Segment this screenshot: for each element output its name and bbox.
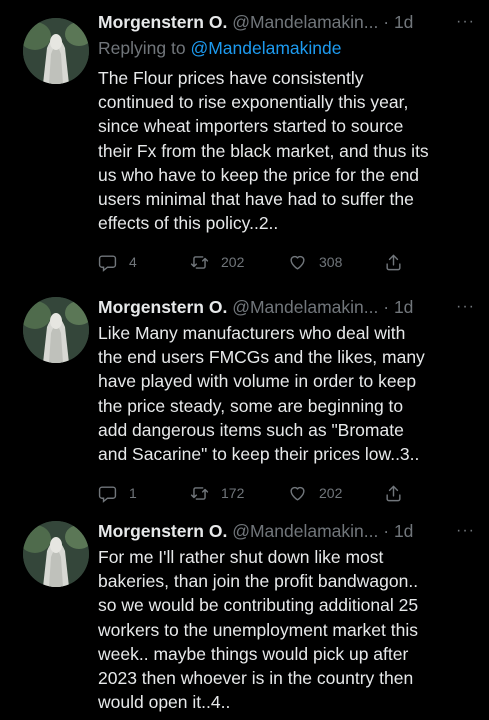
tweet-text-line: the price steady, some are beginning to: [98, 395, 404, 416]
timestamp[interactable]: 1d: [394, 12, 413, 32]
tweet-text-line: their Fx from the black market, and thus…: [98, 140, 429, 161]
tweet-text-line: us who have to keep the price for the en…: [98, 164, 420, 185]
retweet-count: 202: [221, 254, 245, 271]
tweet-text-line: so we would be contributing additional 2…: [98, 595, 419, 616]
tweet-text-line: For me I'll rather shut down like most: [98, 547, 384, 567]
author-handle[interactable]: @Mandelamakin...: [232, 12, 378, 32]
like-count: 308: [319, 254, 343, 271]
author-name[interactable]: Morgenstern O.: [98, 521, 227, 541]
share-icon: [384, 253, 403, 272]
tweet-text-line: continued to rise exponentially this yea…: [98, 92, 409, 113]
share-button[interactable]: [384, 250, 403, 274]
tweet-text-line: since wheat importers started to source: [98, 116, 404, 137]
retweet-button[interactable]: 202: [190, 250, 244, 274]
reply-button[interactable]: 1: [98, 481, 137, 505]
author-handle[interactable]: @Mandelamakin...: [232, 521, 378, 541]
tweet-text-line: Like Many manufacturers who deal with: [98, 323, 406, 343]
author-handle[interactable]: @Mandelamakin...: [232, 297, 378, 317]
like-button[interactable]: 308: [288, 250, 342, 274]
avatar-image: [23, 521, 89, 587]
retweet-icon: [190, 484, 209, 503]
heart-icon: [288, 253, 307, 272]
like-button[interactable]: 202: [288, 481, 342, 505]
reply-count: 1: [129, 485, 137, 502]
tweet-text-line: workers to the unemployment market this: [98, 619, 418, 640]
reply-count: 4: [129, 254, 137, 271]
more-options-icon[interactable]: ···: [456, 8, 475, 36]
avatar[interactable]: [23, 18, 89, 84]
separator-dot: ·: [383, 12, 390, 32]
retweet-count: 172: [221, 485, 245, 502]
tweet-text-line: bakeries, than join the profit bandwagon…: [98, 571, 419, 592]
more-options-icon[interactable]: ···: [456, 293, 475, 321]
tweet-text-line: week.. maybe things would pick up after: [98, 643, 409, 664]
tweet-text-line: add dangerous items such as "Bromate: [98, 419, 404, 440]
replying-to-label: Replying to: [98, 38, 186, 58]
share-button[interactable]: [384, 481, 403, 505]
reply-button[interactable]: 4: [98, 250, 137, 274]
tweet-header: Morgenstern O. @Mandelamakin... · 1d ···: [98, 517, 475, 545]
tweet-text: For me I'll rather shut down like most b…: [98, 545, 475, 714]
author-name[interactable]: Morgenstern O.: [98, 297, 227, 317]
tweet-text-line: would open it..4..: [98, 692, 231, 713]
avatar-image: [23, 18, 89, 84]
tweet-text: The Flour prices have consistently conti…: [98, 66, 475, 235]
tweet-text-line: and Sacarine" to keep their prices low..…: [98, 444, 420, 465]
tweet-header: Morgenstern O. @Mandelamakin... · 1d ···: [98, 293, 475, 321]
avatar-image: [23, 297, 89, 363]
reply-icon: [98, 484, 117, 503]
tweet-header: Morgenstern O. @Mandelamakin... · 1d ···: [98, 8, 475, 36]
replying-to: Replying to @Mandelamakinde: [98, 36, 475, 60]
author-name[interactable]: Morgenstern O.: [98, 12, 227, 32]
timestamp[interactable]: 1d: [394, 521, 413, 541]
action-bar: 4 202 308: [98, 250, 475, 274]
avatar[interactable]: [23, 521, 89, 587]
separator-dot: ·: [383, 297, 390, 317]
mention-link[interactable]: @Mandelamakinde: [190, 38, 341, 58]
tweet-text: Like Many manufacturers who deal with th…: [98, 321, 475, 466]
heart-icon: [288, 484, 307, 503]
action-bar: 1 172 202: [98, 481, 475, 505]
timestamp[interactable]: 1d: [394, 297, 413, 317]
reply-icon: [98, 253, 117, 272]
tweet-text-line: the end users FMCGs and the likes, many: [98, 347, 425, 368]
retweet-button[interactable]: 172: [190, 481, 244, 505]
tweet-text-line: The Flour prices have consistently: [98, 68, 364, 88]
tweet-text-line: users minimal that have had to suffer th…: [98, 189, 414, 210]
tweet-text-line: 2023 then whoever is in the country then: [98, 668, 414, 689]
tweet-text-line: have played with volume in order to keep: [98, 371, 417, 392]
retweet-icon: [190, 253, 209, 272]
like-count: 202: [319, 485, 343, 502]
separator-dot: ·: [383, 521, 390, 541]
share-icon: [384, 484, 403, 503]
avatar[interactable]: [23, 297, 89, 363]
tweet-text-line: effects of this policy..2..: [98, 213, 279, 234]
more-options-icon[interactable]: ···: [456, 517, 475, 545]
